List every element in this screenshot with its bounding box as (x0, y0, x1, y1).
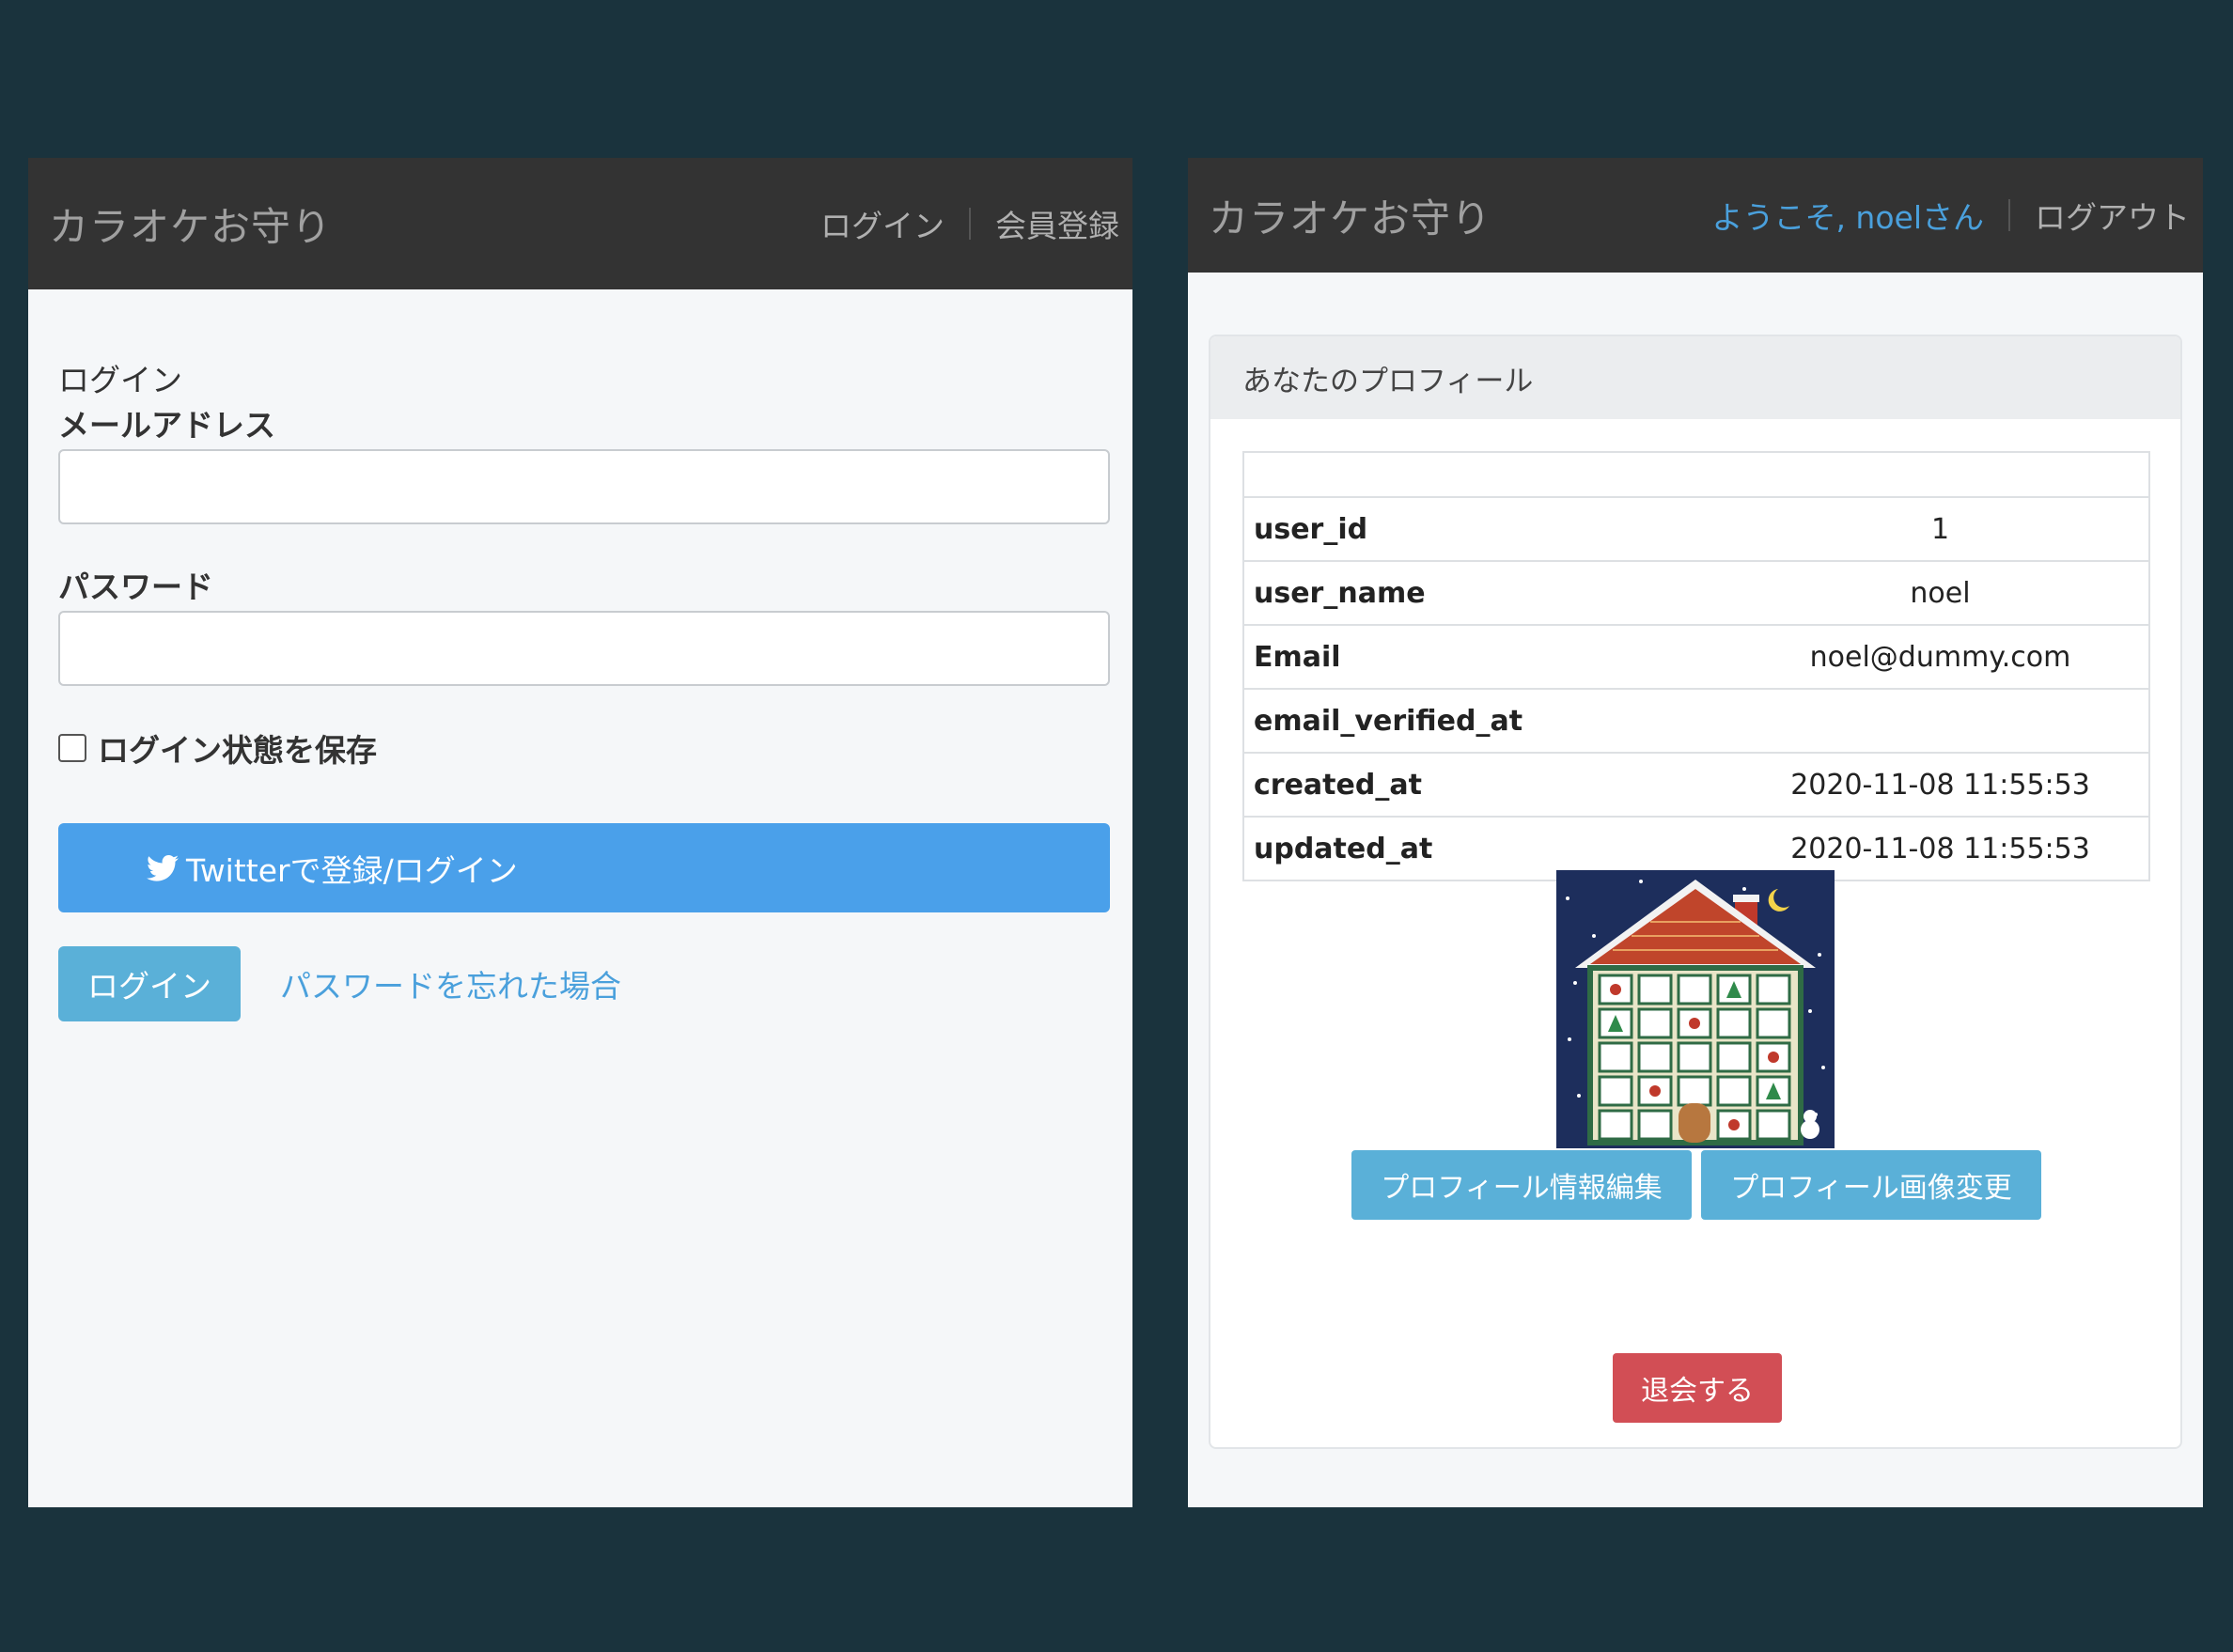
profile-table: user_id 1 user_name noel Email noel@dumm… (1242, 451, 2150, 881)
edit-profile-button[interactable]: プロフィール情報編集 (1351, 1150, 1692, 1220)
remember-me-row[interactable]: ログイン状態を保存 (58, 725, 1110, 771)
forgot-password-link[interactable]: パスワードを忘れた場合 (280, 961, 621, 1006)
navbar: カラオケお守り ようこそ, noelさん ログアウト (1188, 158, 2203, 273)
remember-me-label[interactable]: ログイン状態を保存 (98, 725, 377, 771)
login-button[interactable]: ログイン (58, 946, 241, 1021)
row-value: noel@dummy.com (1732, 624, 2150, 690)
nav-links: ログイン 会員登録 (820, 201, 1119, 246)
table-row: user_id 1 (1242, 496, 2150, 562)
advent-house-illustration (1556, 870, 1835, 1148)
password-label: パスワード (58, 569, 213, 605)
navbar: カラオケお守り ログイン 会員登録 (28, 158, 1132, 289)
withdraw-button[interactable]: 退会する (1613, 1353, 1782, 1423)
profile-card: あなたのプロフィール user_id 1 user_name noel Emai… (1209, 335, 2182, 1449)
row-key: Email (1242, 624, 1732, 690)
table-row (1242, 451, 2150, 498)
row-value: 1 (1732, 496, 2150, 562)
table-row: email_verified_at (1242, 688, 2150, 754)
table-row: user_name noel (1242, 560, 2150, 626)
login-actions: ログイン パスワードを忘れた場合 (58, 946, 1110, 1021)
nav-divider (2008, 199, 2010, 231)
login-screen: カラオケお守り ログイン 会員登録 ログイン メールアドレス パスワード ログイ… (28, 158, 1132, 1507)
row-value: 2020-11-08 11:55:53 (1732, 752, 2150, 818)
row-key: email_verified_at (1242, 688, 1732, 754)
twitter-login-label: Twitterで登録/ログイン (186, 851, 518, 889)
twitter-login-button[interactable]: Twitterで登録/ログイン (58, 823, 1110, 912)
table-row: created_at 2020-11-08 11:55:53 (1242, 752, 2150, 818)
email-label: メールアドレス (58, 407, 275, 444)
form-heading: ログイン (58, 362, 182, 398)
nav-logout-link[interactable]: ログアウト (2035, 193, 2190, 238)
nav-register-link[interactable]: 会員登録 (995, 201, 1119, 246)
password-field[interactable] (58, 611, 1110, 686)
card-header: あなたのプロフィール (1210, 336, 2180, 419)
twitter-bird-icon (147, 854, 179, 881)
table-row: Email noel@dummy.com (1242, 624, 2150, 690)
email-field[interactable] (58, 449, 1110, 524)
row-key: user_id (1242, 496, 1732, 562)
profile-avatar-image (1556, 870, 1835, 1148)
nav-welcome-link[interactable]: ようこそ, noelさん (1711, 193, 1984, 238)
row-key: created_at (1242, 752, 1732, 818)
nav-divider (969, 208, 971, 240)
profile-screen: カラオケお守り ようこそ, noelさん ログアウト あなたのプロフィール us… (1188, 158, 2203, 1507)
nav-login-link[interactable]: ログイン (820, 201, 945, 246)
row-value: noel (1732, 560, 2150, 626)
profile-actions: プロフィール情報編集 プロフィール画像変更 (1351, 1150, 2041, 1220)
row-value (1732, 688, 2150, 754)
login-form: ログイン メールアドレス パスワード ログイン状態を保存 Twitterで登録/… (58, 355, 1110, 1021)
nav-links: ようこそ, noelさん ログアウト (1711, 193, 2190, 238)
row-key: user_name (1242, 560, 1732, 626)
remember-me-checkbox[interactable] (58, 734, 86, 762)
brand-logo[interactable]: カラオケお守り (49, 195, 332, 253)
brand-logo[interactable]: カラオケお守り (1209, 187, 1491, 244)
change-profile-image-button[interactable]: プロフィール画像変更 (1701, 1150, 2041, 1220)
